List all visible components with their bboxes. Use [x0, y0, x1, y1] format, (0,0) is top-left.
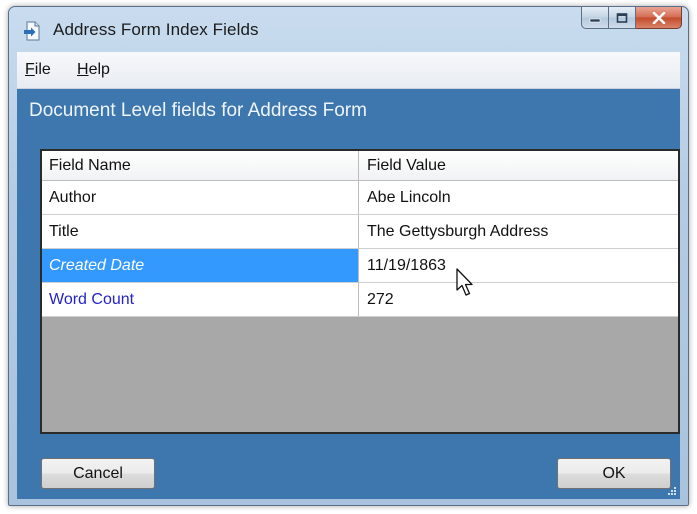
- field-value-cell[interactable]: 272: [358, 283, 678, 316]
- table-row[interactable]: Word Count 272: [42, 283, 678, 317]
- field-name-cell[interactable]: Word Count: [42, 283, 358, 316]
- menu-file[interactable]: File: [25, 61, 51, 79]
- resize-grip-icon[interactable]: [667, 486, 677, 496]
- maximize-icon: [616, 12, 628, 23]
- ok-button[interactable]: OK: [557, 458, 671, 489]
- column-header-field-name[interactable]: Field Name: [42, 151, 358, 180]
- document-arrow-icon: [24, 21, 40, 41]
- caption-buttons: [581, 7, 682, 29]
- close-button[interactable]: [636, 7, 682, 29]
- field-name-cell[interactable]: Title: [42, 215, 358, 248]
- minimize-icon: [589, 18, 601, 22]
- field-name-cell[interactable]: Author: [42, 181, 358, 214]
- dialog-window: Address Form Index Fields File Help Docu…: [8, 6, 689, 506]
- close-icon: [652, 11, 665, 24]
- menu-help[interactable]: Help: [77, 61, 110, 79]
- maximize-button[interactable]: [609, 7, 636, 29]
- cancel-button[interactable]: Cancel: [41, 458, 155, 489]
- fields-grid[interactable]: Field Name Field Value Author Abe Lincol…: [40, 149, 680, 434]
- window-title: Address Form Index Fields: [53, 20, 259, 39]
- minimize-button[interactable]: [581, 7, 609, 29]
- table-row[interactable]: Title The Gettysburgh Address: [42, 215, 678, 249]
- field-value-cell[interactable]: Abe Lincoln: [358, 181, 678, 214]
- table-row-selected[interactable]: Created Date 11/19/1863: [42, 249, 678, 283]
- field-name-cell-selected[interactable]: Created Date: [42, 249, 358, 282]
- mouse-pointer-icon: [456, 268, 473, 296]
- menu-help-accelerator: H: [77, 61, 89, 78]
- field-value-cell[interactable]: 11/19/1863: [358, 249, 678, 282]
- menu-help-label: elp: [88, 61, 110, 78]
- column-header-field-value[interactable]: Field Value: [358, 151, 678, 180]
- title-bar[interactable]: Address Form Index Fields: [9, 7, 688, 53]
- menu-bar: File Help: [17, 52, 680, 89]
- table-row[interactable]: Author Abe Lincoln: [42, 181, 678, 215]
- menu-file-label: ile: [34, 61, 51, 78]
- field-value-cell[interactable]: The Gettysburgh Address: [358, 215, 678, 248]
- menu-file-accelerator: F: [25, 61, 35, 78]
- grid-header-row: Field Name Field Value: [42, 151, 678, 181]
- dialog-client-area: File Help Document Level fields for Addr…: [17, 52, 680, 499]
- section-title: Document Level fields for Address Form: [29, 100, 367, 121]
